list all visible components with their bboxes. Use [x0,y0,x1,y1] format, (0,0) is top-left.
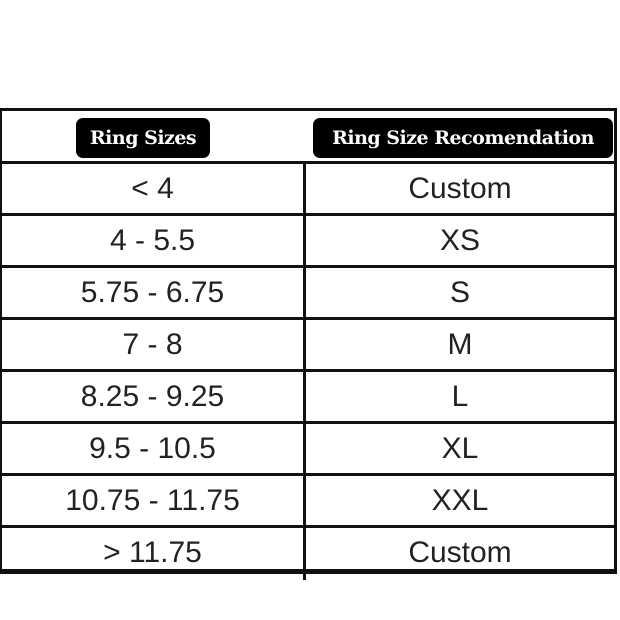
recommendation-cell: XXL [431,484,489,517]
recommendation-cell: M [447,328,473,361]
recommendation-cell: XS [439,224,481,257]
table-row: 4 - 5.5 XS [2,216,614,268]
ring-size-cell: < 4 [2,164,306,213]
recommendation-cell: Custom [408,536,512,569]
recommendation-cell: XL [441,432,479,465]
ring-size-cell: 8.25 - 9.25 [2,372,306,421]
ring-size-cell: 5.75 - 6.75 [2,268,306,317]
table-header: Ring Sizes Ring Size Recomendation [2,111,614,164]
table-row: 9.5 - 10.5 XL [2,424,614,476]
table-row: 7 - 8 M [2,320,614,372]
table-row: 8.25 - 9.25 L [2,372,614,424]
recommendation-cell: S [449,276,470,309]
table-row: 10.75 - 11.75 XXL [2,476,614,528]
table-row: 5.75 - 6.75 S [2,268,614,320]
header-ring-sizes: Ring Sizes [76,118,210,158]
table-row: > 11.75 Custom [2,528,614,580]
ring-size-cell: 9.5 - 10.5 [2,424,306,473]
ring-size-cell: > 11.75 [2,528,306,580]
ring-size-cell: 10.75 - 11.75 [2,476,306,525]
table-row: < 4 Custom [2,164,614,216]
ring-size-cell: 7 - 8 [2,320,306,369]
recommendation-cell: L [451,380,469,413]
recommendation-cell: Custom [408,172,512,205]
header-recommendation: Ring Size Recomendation [313,118,613,158]
ring-size-table: Ring Sizes Ring Size Recomendation < 4 Cu… [0,108,617,580]
ring-size-cell: 4 - 5.5 [2,216,306,265]
